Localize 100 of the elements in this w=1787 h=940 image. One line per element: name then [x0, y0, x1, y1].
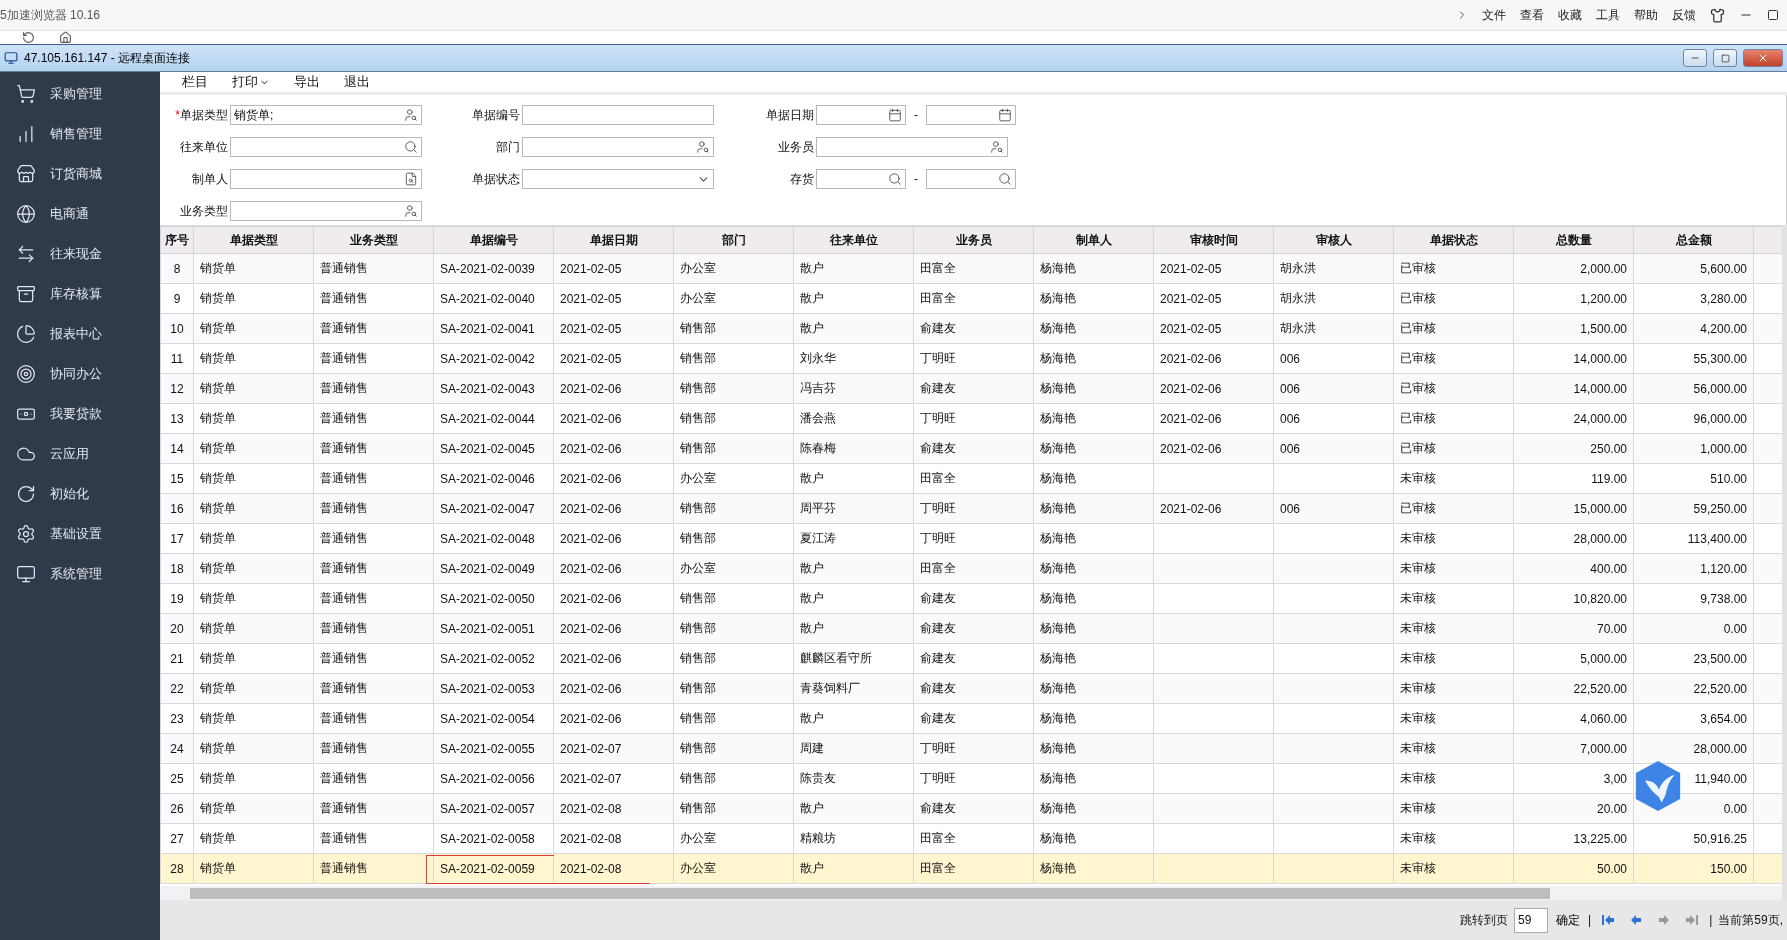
- maximize-icon[interactable]: [1767, 9, 1779, 21]
- column-header[interactable]: 审核时间: [1153, 226, 1274, 254]
- input-field[interactable]: [926, 169, 1016, 189]
- document-search-icon[interactable]: [404, 172, 418, 186]
- menu-item[interactable]: 帮助: [1634, 6, 1658, 24]
- horizontal-scrollbar[interactable]: [160, 886, 1787, 900]
- sidebar-item[interactable]: 初始化: [0, 474, 160, 514]
- calendar-icon[interactable]: [888, 108, 902, 122]
- table-row[interactable]: 21 销货单 普通销售 SA-2021-02-0052 2021-02-06 销售部 麒麟区看守所 俞建友 杨海艳 未审核 5,000.00 23,500.00: [160, 643, 1782, 674]
- page-input[interactable]: 59: [1514, 907, 1549, 933]
- search-icon[interactable]: [888, 172, 902, 186]
- column-header[interactable]: 总金额: [1633, 226, 1754, 254]
- table-cell: 销货单: [193, 853, 314, 884]
- input-field[interactable]: [926, 105, 1016, 125]
- toolbar-button[interactable]: 打印: [232, 73, 270, 91]
- table-cell: 006: [1273, 493, 1394, 524]
- home-icon[interactable]: [59, 31, 72, 44]
- table-row[interactable]: 8 销货单 普通销售 SA-2021-02-0039 2021-02-05 办公室 散户 田富全 杨海艳 2021-02-05 胡永洪 已审核 2,000.00 5,600.00: [160, 253, 1782, 284]
- table-row[interactable]: 24 销货单 普通销售 SA-2021-02-0055 2021-02-07 销售部 周建 丁明旺 杨海艳 未审核 7,000.00 28,000.00: [160, 733, 1782, 764]
- table-row[interactable]: 22 销货单 普通销售 SA-2021-02-0053 2021-02-06 销售部 青葵饲料厂 俞建友 杨海艳 未审核 22,520.00 22,520.00: [160, 673, 1782, 704]
- column-header[interactable]: 序号: [160, 226, 194, 254]
- table-row[interactable]: 12 销货单 普通销售 SA-2021-02-0043 2021-02-06 销售部 冯吉芬 俞建友 杨海艳 2021-02-06 006 已审核 14,000.00 56,000.00: [160, 373, 1782, 404]
- column-header[interactable]: 部门: [673, 226, 794, 254]
- previous-page-icon[interactable]: [1629, 913, 1644, 927]
- sidebar-item[interactable]: 基础设置: [0, 514, 160, 554]
- sidebar-item[interactable]: 采购管理: [0, 74, 160, 114]
- table-row[interactable]: 26 销货单 普通销售 SA-2021-02-0057 2021-02-08 销售部 散户 俞建友 杨海艳 未审核 20.00 0.00: [160, 793, 1782, 824]
- table-cell: 2021-02-08: [553, 853, 674, 884]
- table-row[interactable]: 25 销货单 普通销售 SA-2021-02-0056 2021-02-07 销售部 陈贵友 丁明旺 杨海艳 未审核 3,00 11,940.00: [160, 763, 1782, 794]
- input-field[interactable]: 销货单;: [230, 105, 422, 125]
- input-field[interactable]: [816, 169, 906, 189]
- sidebar-item[interactable]: 报表中心: [0, 314, 160, 354]
- table-cell: 杨海艳: [1033, 733, 1154, 764]
- menu-item[interactable]: 查看: [1520, 6, 1544, 24]
- table-row[interactable]: 16 销货单 普通销售 SA-2021-02-0047 2021-02-06 销售部 周平芬 丁明旺 杨海艳 2021-02-06 006 已审核 15,000.00 59,250.00: [160, 493, 1782, 524]
- table-row[interactable]: 28 销货单 普通销售 SA-2021-02-0059 2021-02-08 办公室 散户 田富全 杨海艳 未审核 50.00 150.00: [160, 853, 1782, 884]
- table-cell: 14,000.00: [1513, 343, 1634, 374]
- sidebar-item[interactable]: 销售管理: [0, 114, 160, 154]
- person-search-icon[interactable]: [404, 108, 418, 122]
- column-header[interactable]: 单据编号: [433, 226, 554, 254]
- column-header[interactable]: 单据状态: [1393, 226, 1514, 254]
- table-row[interactable]: 13 销货单 普通销售 SA-2021-02-0044 2021-02-06 销售部 潘会燕 丁明旺 杨海艳 2021-02-06 006 已审核 24,000.00 96,000.00: [160, 403, 1782, 434]
- sidebar-item[interactable]: 系统管理: [0, 554, 160, 594]
- column-header[interactable]: 单据类型: [193, 226, 314, 254]
- search-icon[interactable]: [998, 172, 1012, 186]
- dropdown-field[interactable]: [522, 169, 714, 189]
- confirm-button[interactable]: 确定: [1554, 911, 1583, 929]
- input-field[interactable]: [230, 169, 422, 189]
- menu-item[interactable]: 反馈: [1672, 6, 1696, 24]
- input-field[interactable]: [522, 105, 714, 125]
- toolbar-button[interactable]: 导出: [294, 73, 320, 91]
- column-header[interactable]: 总数量: [1513, 226, 1634, 254]
- sidebar-item[interactable]: 库存核算: [0, 274, 160, 314]
- menu-item[interactable]: 收藏: [1558, 6, 1582, 24]
- table-row[interactable]: 20 销货单 普通销售 SA-2021-02-0051 2021-02-06 销售部 散户 俞建友 杨海艳 未审核 70.00 0.00: [160, 613, 1782, 644]
- table-cell: 办公室: [673, 463, 794, 494]
- table-row[interactable]: 19 销货单 普通销售 SA-2021-02-0050 2021-02-06 销售部 散户 俞建友 杨海艳 未审核 10,820.00 9,738.00: [160, 583, 1782, 614]
- restore-button[interactable]: [1713, 49, 1737, 67]
- table-row[interactable]: 11 销货单 普通销售 SA-2021-02-0042 2021-02-05 销售部 刘永华 丁明旺 杨海艳 2021-02-06 006 已审核 14,000.00 55,300.00: [160, 343, 1782, 374]
- input-field[interactable]: [522, 137, 714, 157]
- table-row[interactable]: 15 销货单 普通销售 SA-2021-02-0046 2021-02-06 办公室 散户 田富全 杨海艳 未审核 119.00 510.00: [160, 463, 1782, 494]
- column-header[interactable]: 单据日期: [553, 226, 674, 254]
- calendar-icon[interactable]: [998, 108, 1012, 122]
- menu-item[interactable]: 文件: [1482, 6, 1506, 24]
- bird-icon[interactable]: [1634, 760, 1682, 812]
- column-header[interactable]: 往来单位: [793, 226, 914, 254]
- sidebar-item[interactable]: 电商通: [0, 194, 160, 234]
- sidebar-item[interactable]: 我要贷款: [0, 394, 160, 434]
- first-page-icon[interactable]: [1601, 913, 1616, 927]
- menu-item[interactable]: 工具: [1596, 6, 1620, 24]
- column-header[interactable]: 制单人: [1033, 226, 1154, 254]
- toolbar-button[interactable]: 退出: [344, 73, 370, 91]
- close-button[interactable]: [1743, 49, 1783, 67]
- table-row[interactable]: 23 销货单 普通销售 SA-2021-02-0054 2021-02-06 销售部 散户 俞建友 杨海艳 未审核 4,060.00 3,654.00: [160, 703, 1782, 734]
- input-field[interactable]: [230, 201, 422, 221]
- table-row[interactable]: 9 销货单 普通销售 SA-2021-02-0040 2021-02-05 办公室 散户 田富全 杨海艳 2021-02-05 胡永洪 已审核 1,200.00 3,280.00: [160, 283, 1782, 314]
- shirt-icon[interactable]: [1710, 7, 1725, 23]
- column-header[interactable]: 审核人: [1273, 226, 1394, 254]
- column-header[interactable]: 业务员: [913, 226, 1034, 254]
- input-field[interactable]: [816, 137, 1008, 157]
- table-row[interactable]: 27 销货单 普通销售 SA-2021-02-0058 2021-02-08 办公室 精粮坊 田富全 杨海艳 未审核 13,225.00 50,916.25: [160, 823, 1782, 854]
- person-search-icon[interactable]: [696, 140, 710, 154]
- toolbar-button[interactable]: 栏目: [182, 73, 208, 91]
- table-row[interactable]: 10 销货单 普通销售 SA-2021-02-0041 2021-02-05 销售部 散户 俞建友 杨海艳 2021-02-05 胡永洪 已审核 1,500.00 4,200.00: [160, 313, 1782, 344]
- sidebar-item[interactable]: 云应用: [0, 434, 160, 474]
- sidebar-item[interactable]: 协同办公: [0, 354, 160, 394]
- sidebar-item[interactable]: 往来现金: [0, 234, 160, 274]
- table-row[interactable]: 17 销货单 普通销售 SA-2021-02-0048 2021-02-06 销售部 夏江涛 丁明旺 杨海艳 未审核 28,000.00 113,400.00: [160, 523, 1782, 554]
- search-icon[interactable]: [404, 140, 418, 154]
- table-row[interactable]: 18 销货单 普通销售 SA-2021-02-0049 2021-02-06 办公室 散户 田富全 杨海艳 未审核 400.00 1,120.00: [160, 553, 1782, 584]
- sidebar-item[interactable]: 订货商城: [0, 154, 160, 194]
- person-search-icon[interactable]: [990, 140, 1004, 154]
- input-field[interactable]: [816, 105, 906, 125]
- reload-icon[interactable]: [22, 31, 35, 44]
- column-header[interactable]: 业务类型: [313, 226, 434, 254]
- minimize-button[interactable]: [1683, 49, 1707, 67]
- input-field[interactable]: [230, 137, 422, 157]
- range-separator: -: [914, 108, 918, 122]
- table-row[interactable]: 14 销货单 普通销售 SA-2021-02-0045 2021-02-06 销售部 陈春梅 俞建友 杨海艳 2021-02-06 006 已审核 250.00 1,000.00: [160, 433, 1782, 464]
- person-search-icon[interactable]: [404, 204, 418, 218]
